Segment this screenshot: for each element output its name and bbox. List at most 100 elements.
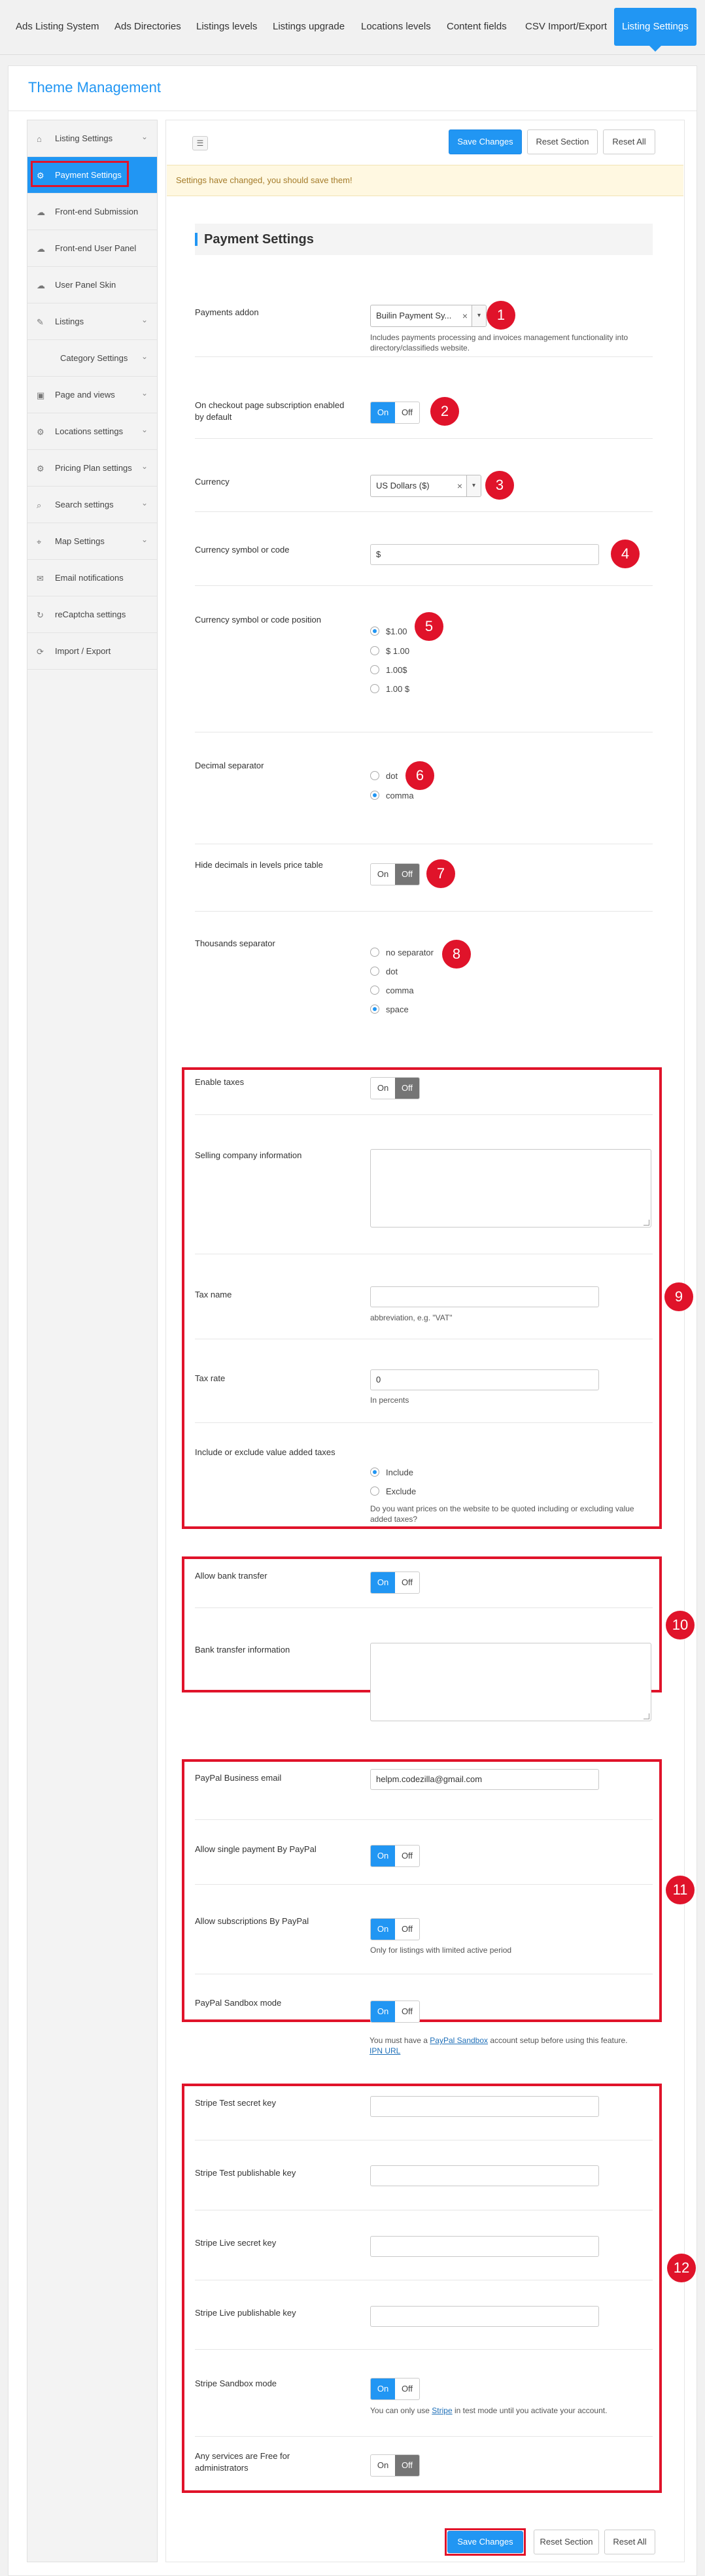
sidebar-item-frontend-user-panel[interactable]: ☁ Front-end User Panel bbox=[27, 230, 157, 267]
radio-button[interactable] bbox=[370, 1486, 379, 1496]
sidebar-item-pricing-plan-settings[interactable]: ⚙ Pricing Plan settings ⌄ bbox=[27, 450, 157, 487]
sidebar-item-payment-settings[interactable]: ⚙ Payment Settings bbox=[27, 157, 157, 194]
decimal-separator-option[interactable]: dot bbox=[370, 770, 398, 782]
sidebar-item-page-and-views[interactable]: ▣ Page and views ⌄ bbox=[27, 377, 157, 413]
enable-taxes-toggle[interactable]: On Off bbox=[370, 1077, 420, 1099]
checkout-subscription-toggle[interactable]: On Off bbox=[370, 402, 420, 424]
sidebar-item-locations-settings[interactable]: ⚙ Locations settings ⌄ bbox=[27, 413, 157, 450]
tab-listings-upgrade[interactable]: Listings upgrade bbox=[273, 14, 345, 39]
toggle-off[interactable]: Off bbox=[395, 2001, 419, 2022]
sidebar-item-listings[interactable]: ✎ Listings ⌄ bbox=[27, 303, 157, 340]
radio-button[interactable] bbox=[370, 771, 379, 780]
sidebar-item-recaptcha-settings[interactable]: ↻ reCaptcha settings bbox=[27, 596, 157, 633]
currency-select[interactable]: US Dollars ($) × ▾ bbox=[370, 475, 481, 497]
toggle-off[interactable]: Off bbox=[395, 1846, 419, 1866]
toggle-off[interactable]: Off bbox=[395, 402, 419, 423]
stripe-test-secret-input[interactable] bbox=[370, 2096, 599, 2117]
bank-transfer-info-textarea[interactable] bbox=[370, 1643, 651, 1721]
radio-button[interactable] bbox=[370, 1468, 379, 1477]
stripe-live-secret-input[interactable] bbox=[370, 2236, 599, 2257]
toggle-off[interactable]: Off bbox=[395, 2379, 419, 2399]
toggle-on[interactable]: On bbox=[371, 1572, 395, 1593]
thousands-separator-option[interactable]: no separator bbox=[370, 947, 434, 959]
thousands-separator-option[interactable]: dot bbox=[370, 966, 398, 978]
sidebar-item-category-settings[interactable]: Category Settings ⌄ bbox=[27, 340, 157, 377]
currency-position-option[interactable]: $1.00 bbox=[370, 626, 407, 638]
toggle-on[interactable]: On bbox=[371, 1078, 395, 1099]
tab-csv-import-export[interactable]: CSV Import/Export bbox=[525, 14, 607, 39]
radio-button[interactable] bbox=[370, 791, 379, 800]
stripe-sandbox-toggle[interactable]: On Off bbox=[370, 2378, 420, 2400]
paypal-subscriptions-toggle[interactable]: On Off bbox=[370, 1918, 420, 1940]
vat-mode-option[interactable]: Include bbox=[370, 1467, 413, 1479]
paypal-sandbox-link[interactable]: PayPal Sandbox bbox=[430, 2036, 488, 2045]
tab-content-fields[interactable]: Content fields bbox=[447, 14, 507, 39]
stripe-live-publishable-input[interactable] bbox=[370, 2306, 599, 2327]
radio-button[interactable] bbox=[370, 665, 379, 674]
toggle-on[interactable]: On bbox=[371, 2379, 395, 2399]
reset-all-button-bottom[interactable]: Reset All bbox=[604, 2530, 655, 2554]
radio-button[interactable] bbox=[370, 627, 379, 636]
tab-locations-levels[interactable]: Locations levels bbox=[361, 14, 431, 39]
toggle-off[interactable]: Off bbox=[395, 1572, 419, 1593]
tax-rate-input[interactable]: 0 bbox=[370, 1369, 599, 1390]
radio-button[interactable] bbox=[370, 1005, 379, 1014]
toggle-off[interactable]: Off bbox=[395, 1078, 419, 1099]
tab-listing-settings[interactable]: Listing Settings bbox=[614, 8, 696, 52]
tab-ads-listing-system[interactable]: Ads Listing System bbox=[16, 14, 99, 39]
free-for-admins-toggle[interactable]: On Off bbox=[370, 2454, 420, 2477]
sidebar-item-search-settings[interactable]: ⌕ Search settings ⌄ bbox=[27, 487, 157, 523]
paypal-email-input[interactable]: helpm.codezilla@gmail.com bbox=[370, 1769, 599, 1790]
thousands-separator-option[interactable]: comma bbox=[370, 985, 414, 997]
sidebar-item-import-export[interactable]: ⟳ Import / Export bbox=[27, 633, 157, 670]
thousands-separator-option[interactable]: space bbox=[370, 1004, 409, 1016]
radio-button[interactable] bbox=[370, 684, 379, 693]
currency-symbol-input[interactable]: $ bbox=[370, 544, 599, 565]
sidebar-item-user-panel-skin[interactable]: ☁ User Panel Skin bbox=[27, 267, 157, 303]
dropdown-arrow-icon[interactable]: ▾ bbox=[466, 475, 481, 496]
dropdown-arrow-icon[interactable]: ▾ bbox=[472, 305, 486, 326]
clear-icon[interactable]: × bbox=[457, 475, 462, 496]
toggle-on[interactable]: On bbox=[371, 2455, 395, 2476]
reset-section-button-bottom[interactable]: Reset Section bbox=[534, 2530, 599, 2554]
radio-button[interactable] bbox=[370, 646, 379, 655]
paypal-single-toggle[interactable]: On Off bbox=[370, 1845, 420, 1867]
tab-ads-directories[interactable]: Ads Directories bbox=[114, 14, 181, 39]
vat-mode-option[interactable]: Exclude bbox=[370, 1486, 416, 1498]
toggle-off[interactable]: Off bbox=[395, 864, 419, 885]
currency-position-option[interactable]: 1.00$ bbox=[370, 664, 407, 676]
save-button[interactable]: Save Changes bbox=[449, 129, 522, 154]
toggle-on[interactable]: On bbox=[371, 1919, 395, 1940]
sidebar-item-frontend-submission[interactable]: ☁ Front-end Submission bbox=[27, 194, 157, 230]
clear-icon[interactable]: × bbox=[462, 305, 468, 326]
radio-button[interactable] bbox=[370, 967, 379, 976]
toggle-off[interactable]: Off bbox=[395, 2455, 419, 2476]
sidebar-item-email-notifications[interactable]: ✉ Email notifications bbox=[27, 560, 157, 596]
toggle-on[interactable]: On bbox=[371, 402, 395, 423]
ipn-url-link[interactable]: IPN URL bbox=[370, 2046, 400, 2055]
save-button-bottom[interactable]: Save Changes bbox=[447, 2531, 523, 2553]
decimal-separator-option[interactable]: comma bbox=[370, 790, 414, 802]
toggle-off[interactable]: Off bbox=[395, 1919, 419, 1940]
stripe-test-publishable-input[interactable] bbox=[370, 2165, 599, 2186]
toggle-on[interactable]: On bbox=[371, 2001, 395, 2022]
toggle-on[interactable]: On bbox=[371, 864, 395, 885]
radio-button[interactable] bbox=[370, 986, 379, 995]
selling-company-textarea[interactable] bbox=[370, 1149, 651, 1228]
hide-decimals-toggle[interactable]: On Off bbox=[370, 863, 420, 885]
currency-position-option[interactable]: 1.00 $ bbox=[370, 683, 409, 695]
reset-section-button[interactable]: Reset Section bbox=[527, 129, 598, 154]
sidebar-item-listing-settings[interactable]: ⌂ Listing Settings ⌄ bbox=[27, 120, 157, 157]
list-icon[interactable]: ☰ bbox=[192, 136, 208, 150]
toggle-on[interactable]: On bbox=[371, 1846, 395, 1866]
paypal-sandbox-toggle[interactable]: On Off bbox=[370, 2001, 420, 2023]
reset-all-button[interactable]: Reset All bbox=[603, 129, 655, 154]
payments-addon-select[interactable]: Builin Payment Sy... × ▾ bbox=[370, 305, 487, 327]
stripe-link[interactable]: Stripe bbox=[432, 2406, 452, 2415]
tab-listings-levels[interactable]: Listings levels bbox=[196, 14, 257, 39]
currency-position-option[interactable]: $ 1.00 bbox=[370, 645, 409, 657]
radio-button[interactable] bbox=[370, 948, 379, 957]
tax-name-input[interactable] bbox=[370, 1286, 599, 1307]
sidebar-item-map-settings[interactable]: ⌖ Map Settings ⌄ bbox=[27, 523, 157, 560]
bank-transfer-toggle[interactable]: On Off bbox=[370, 1571, 420, 1594]
